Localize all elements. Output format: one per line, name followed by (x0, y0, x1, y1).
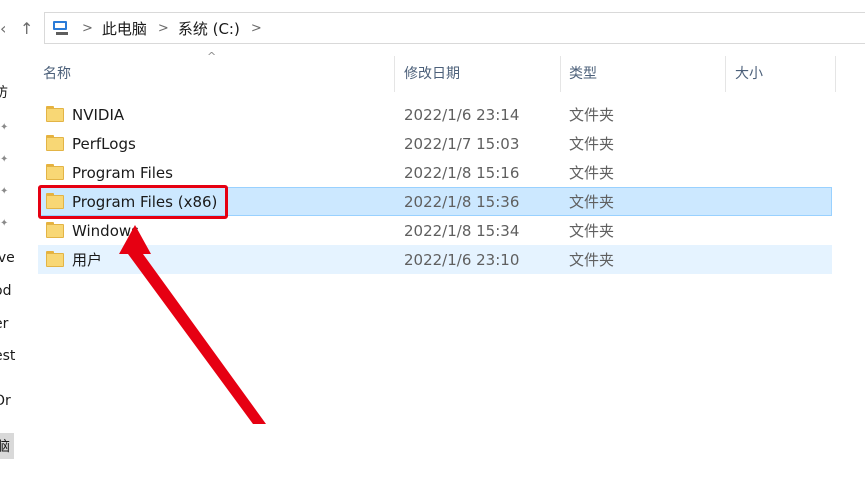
annotation-arrow-icon (119, 225, 266, 424)
